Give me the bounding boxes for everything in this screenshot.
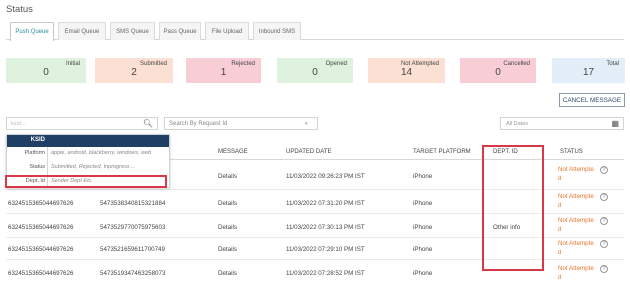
details-link[interactable]: Details bbox=[218, 200, 237, 207]
request-id-value: 5473529770075975603 bbox=[100, 224, 166, 231]
stat-value: 0 bbox=[495, 67, 501, 78]
dropdown-header: KSID bbox=[7, 135, 169, 147]
stat-initial[interactable]: Initial 0 bbox=[6, 58, 86, 83]
updated-date: 11/03/2022 07:28:52 PM IST bbox=[286, 270, 365, 277]
target-platform: iPhone bbox=[413, 246, 433, 253]
info-circle-icon[interactable]: ? bbox=[600, 166, 608, 174]
ksid-value: 6324515365044697626 bbox=[8, 270, 74, 277]
stat-value: 0 bbox=[312, 67, 318, 78]
request-id-value: 5473538340815321884 bbox=[100, 200, 166, 207]
stat-not-attempted[interactable]: Not Attempted 14 bbox=[368, 58, 445, 83]
ksid-search-input[interactable]: ksid... 🔍︎ bbox=[6, 117, 158, 130]
tab-email-queue[interactable]: Email Queue bbox=[58, 22, 106, 40]
date-placeholder: All Dates bbox=[506, 121, 529, 127]
updated-date: 11/03/2022 09:26:23 PM IST bbox=[286, 173, 365, 180]
dept-id-option-highlight bbox=[5, 175, 167, 188]
stat-cancelled[interactable]: Cancelled 0 bbox=[460, 58, 536, 83]
chevron-down-icon: ▾ bbox=[305, 121, 308, 127]
stat-submitted[interactable]: Submitted 2 bbox=[95, 58, 173, 83]
dept-id-column-highlight bbox=[482, 145, 544, 271]
updated-date: 11/03/2022 07:31:20 PM IST bbox=[286, 200, 365, 207]
status-text-wrap: d bbox=[558, 175, 562, 182]
tab-sms-queue[interactable]: SMS Queue bbox=[110, 22, 155, 40]
tab-pass-queue[interactable]: Pass Queue bbox=[159, 22, 201, 40]
ksid-value: 6324515365044697626 bbox=[8, 246, 74, 253]
details-link[interactable]: Details bbox=[218, 270, 237, 277]
stat-value: 17 bbox=[582, 67, 595, 78]
status-text-wrap: d bbox=[558, 202, 562, 209]
option-hint: apple, android, blackberry, windows, web bbox=[51, 150, 152, 156]
status-text-wrap: d bbox=[558, 274, 562, 281]
updated-date: 11/03/2022 07:29:10 PM IST bbox=[286, 246, 365, 253]
page-title: Status bbox=[6, 4, 33, 15]
tab-inbound-sms[interactable]: Inbound SMS bbox=[253, 22, 301, 40]
option-hint: Submitted, Rejected, Inprogress ... bbox=[51, 164, 136, 170]
ksid-value: 6324515365044697626 bbox=[8, 224, 74, 231]
request-id-value: 5473519347463258073 bbox=[100, 270, 166, 277]
details-link[interactable]: Details bbox=[218, 224, 237, 231]
column-header-message[interactable]: MESSAGE bbox=[218, 149, 248, 155]
info-circle-icon[interactable]: ? bbox=[600, 193, 608, 201]
stat-opened[interactable]: Opened 0 bbox=[277, 58, 353, 83]
magnifier-icon[interactable]: 🔍︎ bbox=[143, 119, 153, 128]
status-text: Not Attempte bbox=[558, 265, 594, 272]
tab-file-upload[interactable]: File Upload bbox=[205, 22, 249, 40]
info-circle-icon[interactable]: ? bbox=[600, 217, 608, 225]
stat-value: 2 bbox=[131, 67, 137, 78]
column-header-target-platform[interactable]: TARGET PLATFORM bbox=[413, 149, 471, 155]
stat-value: 1 bbox=[220, 67, 227, 78]
target-platform: iPhone bbox=[413, 200, 433, 207]
details-link[interactable]: Details bbox=[218, 246, 237, 253]
date-filter-input[interactable]: All Dates ▦ bbox=[500, 117, 624, 130]
option-key: Status bbox=[29, 164, 45, 170]
status-text: Not Attempte bbox=[558, 166, 594, 173]
stat-total[interactable]: Total 17 bbox=[552, 58, 625, 83]
target-platform: iPhone bbox=[413, 173, 433, 180]
ksid-placeholder: ksid... bbox=[11, 121, 26, 127]
status-text: Not Attempte bbox=[558, 217, 594, 224]
column-header-status[interactable]: STATUS bbox=[560, 149, 583, 155]
option-key: Platform bbox=[24, 150, 45, 156]
target-platform: iPhone bbox=[413, 224, 433, 231]
tab-push-queue[interactable]: Push Queue bbox=[10, 22, 54, 41]
ksid-value: 6324515365044697626 bbox=[8, 200, 74, 207]
request-id-value: 5473521659611700749 bbox=[100, 246, 165, 253]
target-platform: iPhone bbox=[413, 270, 433, 277]
status-text-wrap: d bbox=[558, 226, 562, 233]
details-link[interactable]: Details bbox=[218, 173, 237, 180]
request-id-placeholder: Search By Request Id bbox=[169, 121, 228, 127]
status-text-wrap: d bbox=[558, 249, 562, 256]
stat-value: 14 bbox=[400, 67, 413, 78]
calendar-icon[interactable]: ▦ bbox=[611, 119, 619, 128]
updated-date: 11/03/2022 07:30:13 PM IST bbox=[286, 224, 365, 231]
dropdown-option-status[interactable]: Status Submitted, Rejected, Inprogress .… bbox=[7, 161, 169, 173]
info-circle-icon[interactable]: ? bbox=[600, 265, 608, 273]
stat-rejected[interactable]: Rejected 1 bbox=[186, 58, 261, 83]
status-text: Not Attempte bbox=[558, 193, 594, 200]
stat-value: 0 bbox=[43, 67, 49, 78]
request-id-search-select[interactable]: Search By Request Id ▾ bbox=[164, 117, 318, 130]
dropdown-option-platform[interactable]: Platform apple, android, blackberry, win… bbox=[7, 147, 169, 159]
dropdown-header-label: KSID bbox=[30, 137, 45, 143]
queue-tabs: Push Queue Email Queue SMS Queue Pass Qu… bbox=[6, 22, 624, 41]
cancel-message-button[interactable]: CANCEL MESSAGE bbox=[559, 93, 625, 107]
column-header-updated-date[interactable]: UPDATED DATE bbox=[286, 149, 331, 155]
status-text: Not Attempte bbox=[558, 240, 594, 247]
info-circle-icon[interactable]: ? bbox=[600, 240, 608, 248]
